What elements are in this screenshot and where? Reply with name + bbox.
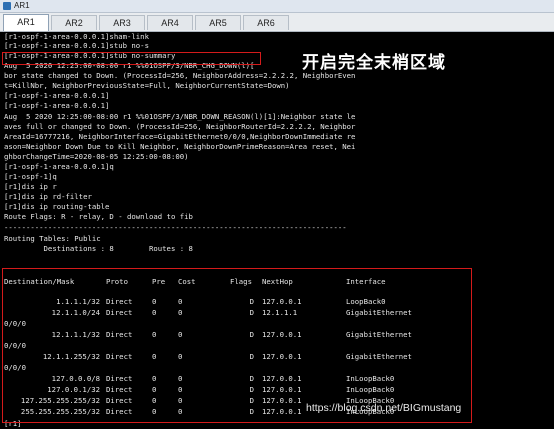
terminal-line: [r1-ospf-1-area-0.0.0.1] <box>4 91 110 100</box>
terminal-line: aves full or changed to Down. (ProcessId… <box>4 122 356 131</box>
highlight-box-route-table <box>2 268 472 423</box>
terminal-line: Route Flags: R - relay, D - download to … <box>4 212 193 221</box>
terminal-line: t=KillNbr, NeighborPreviousState=Full, N… <box>4 81 290 90</box>
terminal-line: bor state changed to Down. (ProcessId=25… <box>4 71 356 80</box>
highlight-box-command <box>2 52 261 65</box>
terminal-line: Destinations : 8 Routes : 8 <box>4 244 193 253</box>
watermark-text: https://blog.csdn.net/BIGmustang <box>306 402 462 414</box>
terminal-line: ghborChangeTime=2020-08-05 12:25:00-08:0… <box>4 152 189 161</box>
annotation-text: 开启完全末梢区域 <box>302 53 446 73</box>
tab-ar3[interactable]: AR3 <box>99 15 145 30</box>
terminal-line: [r1]dis ip routing-table <box>4 202 110 211</box>
terminal-line: [r1]dis ip r <box>4 182 57 191</box>
terminal-line: [r1-ospf-1-area-0.0.0.1]stub no-s <box>4 41 149 50</box>
tab-bar: AR1 AR2 AR3 AR4 AR5 AR6 <box>0 13 554 32</box>
terminal-line: [r1]dis ip rd-filter <box>4 192 92 201</box>
terminal-line: [r1-ospf-1-area-0.0.0.1] <box>4 101 110 110</box>
app-icon <box>3 2 11 10</box>
tab-ar1[interactable]: AR1 <box>3 14 49 31</box>
terminal-line: [r1-ospf-1-area-0.0.0.1]q <box>4 162 114 171</box>
tab-ar4[interactable]: AR4 <box>147 15 193 30</box>
terminal-line: Aug 5 2020 12:25:00-08:00 r1 %%01OSPF/3/… <box>4 112 356 121</box>
terminal-line: AreaId=16777216, NeighborInterface=Gigab… <box>4 132 356 141</box>
terminal-line: ason=Neighbor Down Due to Kill Neighbor,… <box>4 142 356 151</box>
window-title: AR1 <box>14 1 30 10</box>
terminal-line: ----------------------------------------… <box>4 223 347 232</box>
tab-ar2[interactable]: AR2 <box>51 15 97 30</box>
tab-ar5[interactable]: AR5 <box>195 15 241 30</box>
terminal-line: [r1-ospf-1-area-0.0.0.1]sham-link <box>4 32 149 41</box>
window-titlebar: AR1 <box>0 0 554 13</box>
terminal-line: Routing Tables: Public <box>4 234 101 243</box>
terminal-line: [r1-ospf-1]q <box>4 172 57 181</box>
tab-ar6[interactable]: AR6 <box>243 15 289 30</box>
